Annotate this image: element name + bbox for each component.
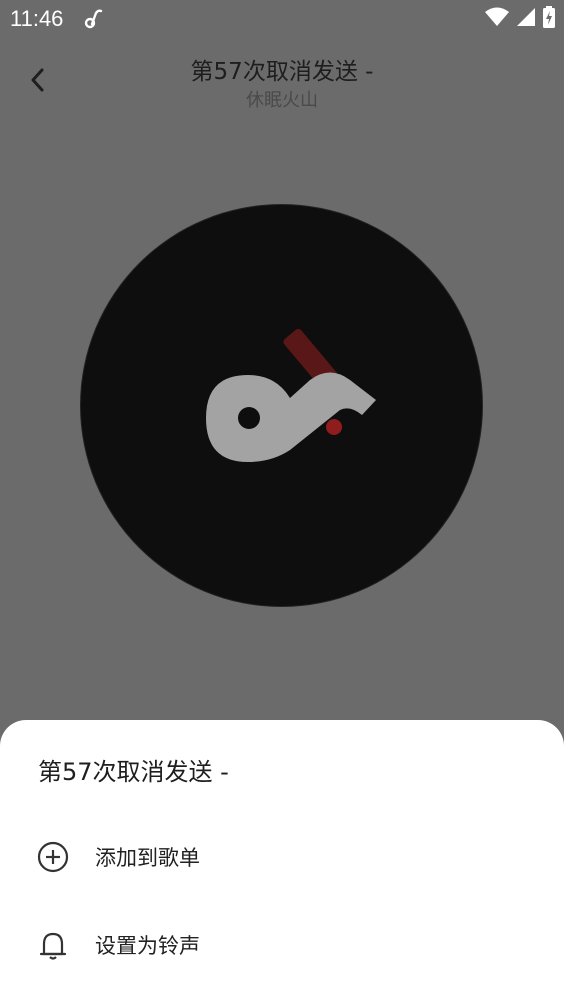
song-artist: 休眠火山 — [246, 90, 318, 111]
signal-icon — [516, 7, 536, 31]
bell-icon — [36, 928, 70, 962]
app-logo-icon — [200, 320, 380, 470]
sheet-title: 第57次取消发送 - — [38, 758, 229, 786]
set-as-ringtone-label: 设置为铃声 — [95, 934, 200, 958]
status-icons — [484, 6, 556, 32]
music-note-icon — [82, 7, 106, 31]
battery-charging-icon — [542, 6, 556, 32]
status-bar: 11:46 — [0, 0, 564, 38]
wifi-icon — [484, 7, 510, 31]
song-title: 第57次取消发送 - — [190, 59, 374, 85]
player-screen: 11:46 第57次取消发送 - 休眠火山 第57次取消发送 - 添加到歌单 设… — [0, 0, 564, 1002]
add-to-playlist-item[interactable]: 添加到歌单 — [0, 822, 564, 892]
add-circle-icon — [36, 840, 70, 874]
set-as-ringtone-item[interactable]: 设置为铃声 — [0, 910, 564, 980]
add-to-playlist-label: 添加到歌单 — [95, 846, 200, 870]
status-time: 11:46 — [10, 6, 64, 31]
bottom-sheet: 第57次取消发送 - 添加到歌单 设置为铃声 — [0, 720, 564, 1002]
